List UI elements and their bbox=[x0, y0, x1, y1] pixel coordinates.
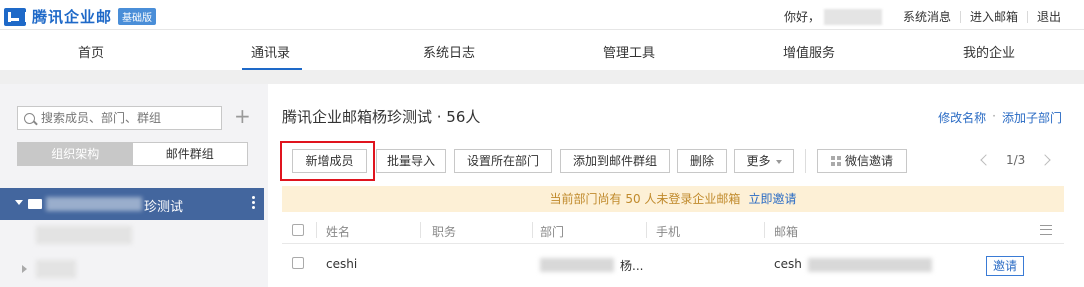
select-all-checkbox[interactable] bbox=[292, 224, 304, 236]
invite-now-link[interactable]: 立即邀请 bbox=[748, 192, 796, 206]
user-links: 你好， 系统消息 进入邮箱 退出 bbox=[784, 8, 1070, 25]
search-input[interactable] bbox=[41, 111, 211, 125]
system-messages-link[interactable]: 系统消息 bbox=[894, 11, 960, 23]
top-bar: 腾讯企业邮 基础版 你好， 系统消息 进入邮箱 退出 bbox=[0, 0, 1084, 30]
prev-page-icon[interactable] bbox=[980, 154, 992, 166]
tree-node-label: 珍测试 bbox=[144, 200, 184, 215]
col-email[interactable]: 邮箱 bbox=[774, 223, 798, 240]
notice-text: 当前部门尚有 50 人未登录企业邮箱 bbox=[549, 192, 741, 206]
app-logo[interactable]: 腾讯企业邮 基础版 bbox=[4, 6, 157, 27]
enter-mailbox-link[interactable]: 进入邮箱 bbox=[959, 10, 1027, 23]
app-name: 腾讯企业邮 bbox=[32, 8, 113, 26]
search-icon bbox=[24, 112, 35, 124]
invite-button[interactable]: 邀请 bbox=[986, 256, 1024, 276]
tab-org-structure[interactable]: 组织架构 bbox=[18, 143, 133, 165]
more-options-icon[interactable] bbox=[252, 196, 255, 210]
chevron-down-icon bbox=[775, 159, 782, 164]
nav-value-added[interactable]: 增值服务 bbox=[783, 42, 835, 61]
column-settings-icon[interactable] bbox=[1040, 225, 1052, 235]
tree-node-selected[interactable]: 珍测试 bbox=[0, 188, 264, 220]
qrcode-icon bbox=[830, 156, 841, 166]
member-email: cesh bbox=[774, 257, 802, 271]
table-row[interactable]: ceshi 杨... cesh 邀请 bbox=[282, 248, 1064, 282]
logout-link[interactable]: 退出 bbox=[1026, 10, 1070, 23]
org-sidebar: + 组织架构 邮件群组 珍测试 bbox=[0, 84, 268, 287]
more-dropdown[interactable]: 更多 bbox=[734, 149, 794, 173]
pagination: 1/3 bbox=[980, 153, 1051, 167]
member-dept: 杨... bbox=[620, 259, 644, 273]
wechat-invite-button[interactable]: 微信邀请 bbox=[817, 149, 907, 173]
member-search[interactable] bbox=[17, 106, 222, 130]
more-label: 更多 bbox=[746, 154, 771, 168]
dept-actions: 修改名称 · 添加子部门 bbox=[938, 109, 1062, 126]
rename-link[interactable]: 修改名称 bbox=[938, 109, 986, 126]
dept-title: 腾讯企业邮箱杨珍测试 · 56人 bbox=[282, 108, 481, 126]
add-dept-button[interactable]: + bbox=[234, 106, 251, 126]
user-name-redacted bbox=[823, 8, 882, 25]
dept-name-redacted bbox=[46, 197, 142, 211]
col-mobile[interactable]: 手机 bbox=[656, 223, 680, 240]
delete-button[interactable]: 删除 bbox=[677, 149, 727, 173]
member-name[interactable]: ceshi bbox=[326, 257, 357, 271]
divider-band bbox=[0, 70, 1084, 84]
set-dept-button[interactable]: 设置所在部门 bbox=[454, 149, 552, 173]
edition-badge: 基础版 bbox=[118, 8, 157, 25]
nav-admin-tools[interactable]: 管理工具 bbox=[603, 42, 655, 61]
add-member-button[interactable]: 新增成员 bbox=[292, 149, 367, 173]
tab-mail-groups[interactable]: 邮件群组 bbox=[132, 143, 247, 165]
toolbar-divider bbox=[805, 149, 806, 173]
nav-contacts[interactable]: 通讯录 bbox=[251, 42, 290, 61]
main-nav: 首页 通讯录 系统日志 管理工具 增值服务 我的企业 bbox=[0, 30, 1084, 70]
table-header: 姓名 职务 部门 手机 邮箱 bbox=[282, 218, 1064, 244]
row-checkbox[interactable] bbox=[292, 257, 304, 269]
page-indicator: 1/3 bbox=[1006, 153, 1026, 167]
email-redacted bbox=[808, 258, 932, 272]
wechat-invite-label: 微信邀请 bbox=[844, 154, 893, 168]
collapse-icon[interactable] bbox=[22, 265, 27, 273]
nav-home[interactable]: 首页 bbox=[78, 42, 104, 61]
tree-node-redacted-2[interactable] bbox=[36, 260, 76, 278]
sidebar-tabs: 组织架构 邮件群组 bbox=[17, 142, 248, 166]
greeting: 你好， bbox=[783, 10, 820, 24]
col-title[interactable]: 职务 bbox=[432, 223, 456, 240]
nav-system-log[interactable]: 系统日志 bbox=[423, 42, 475, 61]
login-notice: 当前部门尚有 50 人未登录企业邮箱 立即邀请 bbox=[282, 186, 1064, 212]
tree-node-redacted[interactable] bbox=[36, 226, 132, 244]
col-dept[interactable]: 部门 bbox=[540, 223, 564, 240]
col-name[interactable]: 姓名 bbox=[326, 223, 350, 240]
bulk-import-button[interactable]: 批量导入 bbox=[376, 149, 446, 173]
next-page-icon[interactable] bbox=[1039, 154, 1051, 166]
expand-icon[interactable] bbox=[15, 200, 23, 205]
add-to-group-button[interactable]: 添加到邮件群组 bbox=[560, 149, 670, 173]
nav-my-company[interactable]: 我的企业 bbox=[963, 42, 1015, 61]
dept-redacted bbox=[540, 258, 614, 272]
add-subdept-link[interactable]: 添加子部门 bbox=[1002, 109, 1062, 126]
folder-icon bbox=[28, 199, 42, 209]
logo-icon bbox=[4, 7, 28, 26]
